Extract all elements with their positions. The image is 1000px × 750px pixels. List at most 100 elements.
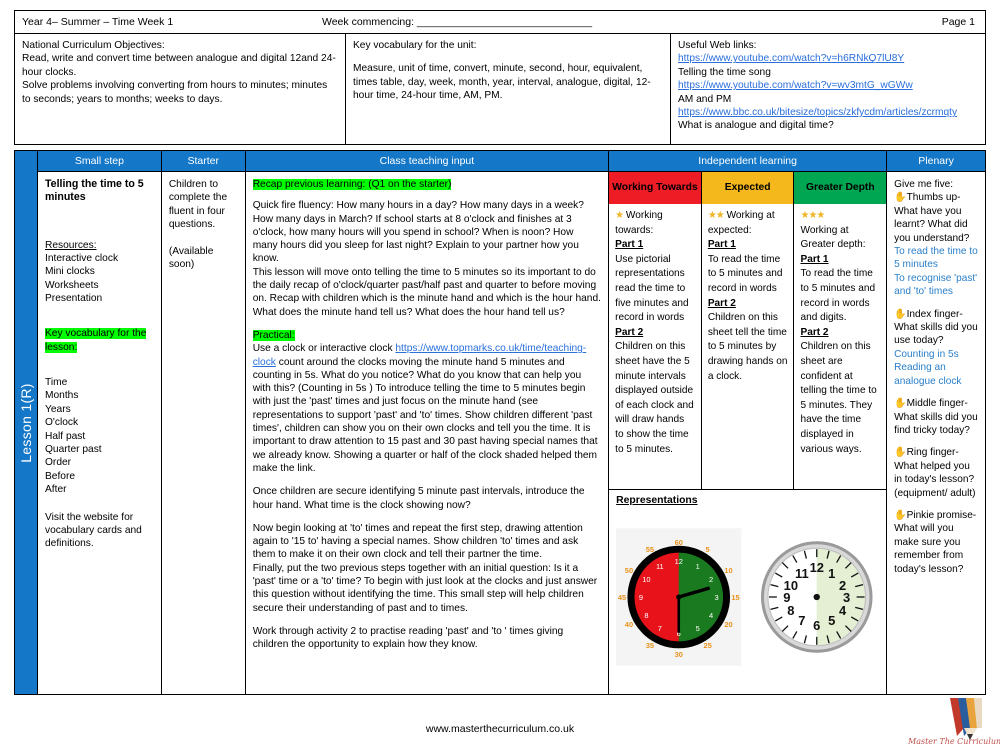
working-towards-content: ★ Working towards: Part 1 Use pictorial … [609, 204, 702, 489]
wt-part2-text: Children on this sheet have the 5 minute… [615, 341, 694, 455]
svg-text:45: 45 [618, 593, 626, 602]
vocab-item: O'clock [45, 417, 79, 429]
svg-text:35: 35 [646, 641, 654, 650]
plenary-intro: Give me five: [894, 179, 954, 190]
web-link-1-caption: Telling the time song [678, 66, 771, 78]
lesson-number-label: Lesson 1(R) [18, 382, 34, 463]
clock-representations: 12 1 23 45 67 89 10 11 60 5 10 15 20 25 … [616, 528, 879, 666]
analogue-clock-icon: 12 1 23 45 67 89 1011 [760, 541, 873, 653]
lesson-plan-page: Year 4– Summer – Time Week 1 Week commen… [14, 10, 986, 722]
star-rating-icon: ★ [615, 210, 624, 221]
plenary-question: What skills did you find tricky today? [894, 411, 978, 436]
wt-part1-text: Use pictorial representations read the t… [615, 253, 689, 324]
svg-text:40: 40 [625, 620, 633, 629]
gd-part2-text: Children on this sheet are confident at … [800, 341, 877, 455]
svg-text:25: 25 [704, 641, 712, 650]
svg-text:12: 12 [675, 557, 683, 566]
plenary-finger-label: Middle finger- [906, 398, 968, 410]
plenary-answer: Reading an analogue clock [894, 362, 962, 387]
independent-wrapper: Working Towards Expected Greater Depth ★… [609, 172, 887, 694]
teaching-paragraph-2: This lesson will move onto telling the t… [252, 266, 601, 318]
plenary-finger-label: Thumbs up- [906, 192, 961, 204]
plenary-answer: Counting in 5s [894, 348, 959, 360]
svg-text:9: 9 [639, 593, 643, 602]
svg-text:6: 6 [813, 618, 820, 633]
lesson-table: Lesson 1(R) Small step Telling the time … [14, 150, 986, 695]
svg-text:2: 2 [709, 575, 713, 584]
teaching-paragraph-3: Once children are secure identifying 5 m… [252, 486, 585, 511]
gd-part1-text: To read the time to 5 minutes and record… [800, 268, 876, 324]
attainment-content-row: ★ Working towards: Part 1 Use pictorial … [609, 204, 886, 489]
band-working-towards: Working Towards [609, 172, 702, 204]
vocab-item: Order [45, 457, 72, 469]
web-link-2[interactable]: https://www.youtube.com/watch?v=wv3mtG_w… [678, 79, 978, 92]
teaching-paragraph-4: Now begin looking at 'to' times and repe… [252, 522, 583, 561]
column-small-step: Small step Telling the time to 5 minutes… [38, 151, 162, 694]
teaching-paragraph-1: Quick fire fluency: How many hours in a … [252, 200, 584, 265]
svg-text:4: 4 [839, 603, 847, 618]
plenary-question: What skills did you use today? [894, 322, 978, 347]
svg-text:15: 15 [732, 593, 740, 602]
svg-text:5: 5 [706, 545, 710, 554]
expected-intro: ★★ Working at expected: [707, 210, 775, 236]
web-link-2-caption: AM and PM [678, 93, 732, 105]
starter-line-2: (Available soon) [168, 246, 214, 271]
svg-text:12: 12 [809, 560, 823, 575]
plenary-question: What helped you in today's lesson? (equi… [894, 460, 976, 499]
web-links-heading: Useful Web links: [678, 40, 757, 51]
svg-text:7: 7 [798, 613, 805, 628]
page-header-row: Year 4– Summer – Time Week 1 Week commen… [14, 10, 986, 33]
svg-text:30: 30 [675, 650, 683, 659]
plenary-item: ✋Thumbs up- What have you learnt? What d… [894, 191, 978, 298]
web-link-3[interactable]: https://www.bbc.co.uk/bitesize/topics/zk… [678, 106, 978, 119]
attainment-band-row: Working Towards Expected Greater Depth [609, 172, 887, 204]
objectives-line-1: Read, write and convert time between ana… [22, 53, 336, 78]
vocab-item: Half past [45, 430, 86, 442]
brand-wordmark: Master The Curriculum [908, 737, 1000, 746]
resources-heading: Resources: [45, 239, 97, 251]
plenary-finger-label: Index finger- [906, 308, 963, 320]
column-header-teaching: Class teaching input [245, 151, 609, 172]
web-link-1[interactable]: https://www.youtube.com/watch?v=h6RNkQ7l… [678, 52, 978, 65]
gd-part2-label: Part 2 [800, 326, 829, 338]
plenary-item: ✋Middle finger- What skills did you find… [894, 397, 978, 437]
web-links-box: Useful Web links: https://www.youtube.co… [671, 34, 985, 144]
vocab-item: Months [45, 390, 79, 402]
svg-text:8: 8 [644, 611, 648, 620]
unit-vocabulary-body: Measure, unit of time, convert, minute, … [353, 63, 651, 102]
gd-part1-label: Part 1 [800, 253, 829, 265]
vocab-item: After [45, 484, 67, 496]
plenary-item: ✋Ring finger- What helped you in today's… [894, 446, 978, 500]
svg-text:11: 11 [795, 566, 809, 581]
hand-icon: ✋ [894, 509, 907, 521]
resource-item: Worksheets [45, 279, 99, 291]
red-green-clock-icon: 121 23 45 67 89 1011 605 1015 2025 3035 … [616, 528, 742, 666]
small-step-footer-note: Visit the website for vocabulary cards a… [45, 511, 142, 550]
column-class-teaching-input: Class teaching input Recap previous lear… [245, 151, 610, 694]
star-rating-icon: ★★ [707, 210, 725, 221]
working-towards-intro: ★ Working towards: [615, 210, 663, 236]
plenary-finger-label: Pinkie [906, 509, 935, 521]
lesson-number-strip: Lesson 1(R) [15, 151, 38, 694]
hand-icon: ✋ [894, 192, 907, 204]
plenary-question: What have you learnt? What did you under… [894, 205, 970, 244]
lesson-vocabulary-heading: Key vocabulary for the lesson: [45, 328, 147, 353]
svg-text:1: 1 [828, 566, 835, 581]
svg-text:1: 1 [696, 562, 700, 571]
exp-part2-text: Children on this sheet tell the time to … [707, 312, 788, 382]
practical-tag: Practical: [252, 329, 295, 341]
svg-text:20: 20 [725, 620, 733, 629]
teaching-body: Recap previous learning: (Q1 on the star… [246, 172, 608, 694]
recap-tag: Recap previous learning: (Q1 on the star… [252, 179, 452, 190]
svg-text:4: 4 [709, 611, 713, 620]
svg-text:3: 3 [715, 593, 719, 602]
wt-part2-label: Part 2 [615, 326, 644, 338]
